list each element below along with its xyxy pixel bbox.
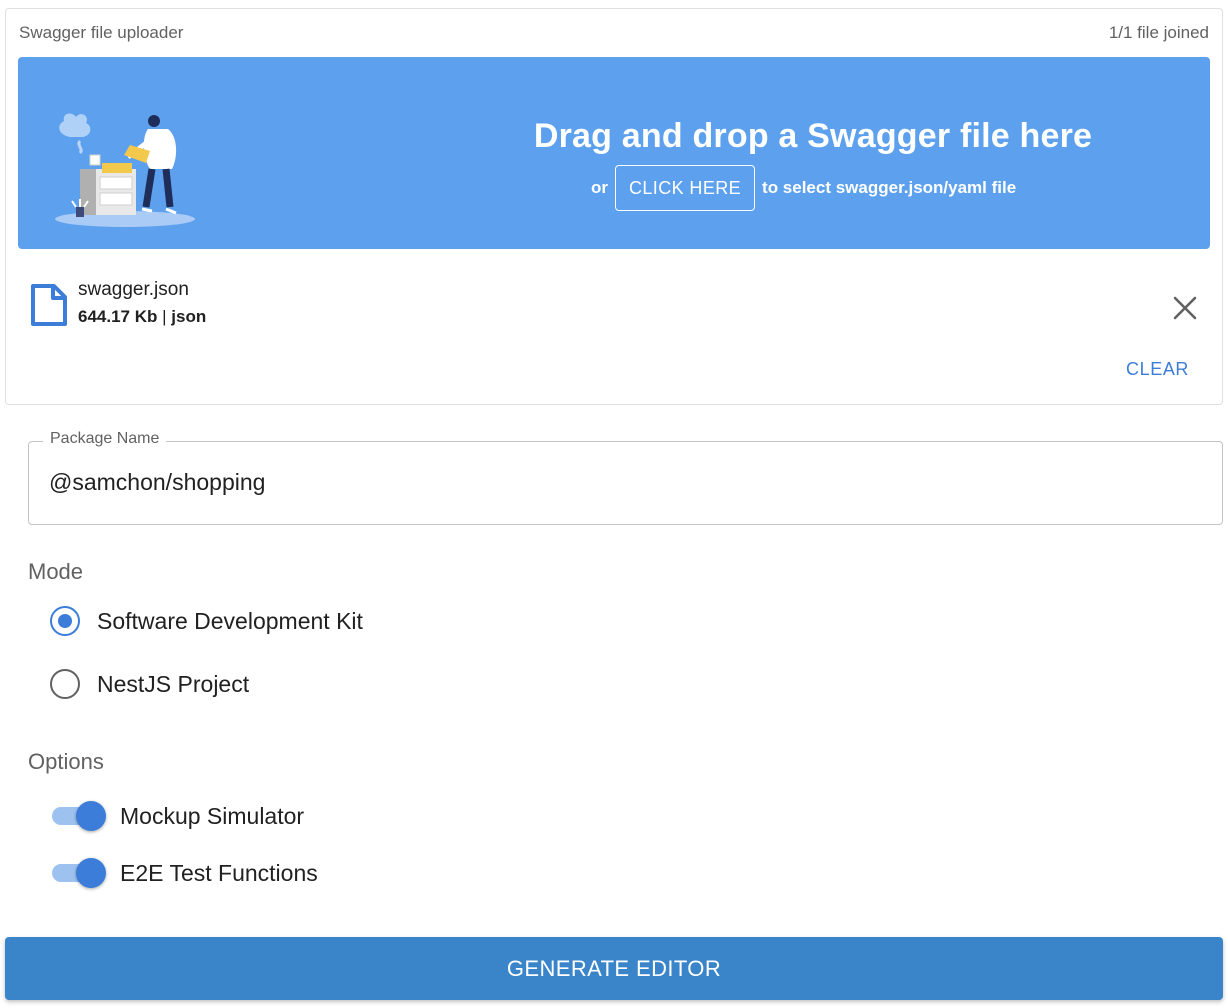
options-title: Options (28, 749, 104, 774)
file-type: json (171, 307, 207, 326)
radio-checked-icon[interactable] (50, 606, 80, 636)
toggle-switch[interactable] (50, 798, 108, 834)
swagger-uploader: Swagger file uploader 1/1 file joined Dr… (5, 8, 1223, 405)
clear-button[interactable]: CLEAR (1118, 355, 1197, 383)
file-icon (31, 284, 67, 326)
uploader-header: Swagger file uploader 1/1 file joined (19, 23, 1209, 45)
toggle-switch[interactable] (50, 855, 108, 891)
package-name-label: Package Name (43, 430, 167, 448)
generate-editor-button[interactable]: GENERATE EDITOR (5, 937, 1223, 1000)
uploaded-file-item: swagger.json 644.17 Kb | json (26, 277, 1206, 333)
close-icon[interactable] (1170, 293, 1200, 323)
mode-option-label: NestJS Project (97, 670, 250, 697)
uploader-title: Swagger file uploader (19, 23, 184, 42)
file-count: 1/1 file joined (1108, 23, 1209, 42)
dropzone-instructions: or CLICK HERE to select swagger.json/yam… (591, 165, 1016, 211)
option-label: E2E Test Functions (120, 859, 318, 886)
click-here-button[interactable]: CLICK HERE (615, 165, 756, 211)
mode-title: Mode (28, 559, 84, 584)
option-label: Mockup Simulator (120, 802, 305, 829)
dropzone-prefix: or (591, 178, 608, 197)
file-size: 644.17 Kb (78, 307, 158, 326)
mode-option-nestjs[interactable]: NestJS Project (50, 668, 249, 700)
option-mockup-simulator[interactable]: Mockup Simulator (50, 798, 304, 834)
dropzone-title: Drag and drop a Swagger file here (533, 117, 1093, 155)
file-name: swagger.json (78, 279, 189, 300)
package-name-field[interactable]: Package Name @samchon/shopping (28, 430, 1223, 525)
package-name-input[interactable]: @samchon/shopping (49, 469, 265, 496)
file-meta-separator: | (162, 307, 167, 326)
option-e2e-test-functions[interactable]: E2E Test Functions (50, 855, 318, 891)
dropzone-suffix: to select swagger.json/yaml file (762, 178, 1017, 197)
switch-thumb (76, 858, 106, 888)
switch-thumb (76, 801, 106, 831)
file-cabinet-illustration (55, 113, 195, 227)
mode-option-sdk[interactable]: Software Development Kit (50, 605, 363, 637)
file-meta: 644.17 Kb | json (78, 307, 206, 327)
mode-option-label: Software Development Kit (97, 607, 363, 634)
radio-unchecked-icon[interactable] (50, 669, 80, 699)
dropzone[interactable]: Drag and drop a Swagger file here or CLI… (18, 57, 1210, 249)
